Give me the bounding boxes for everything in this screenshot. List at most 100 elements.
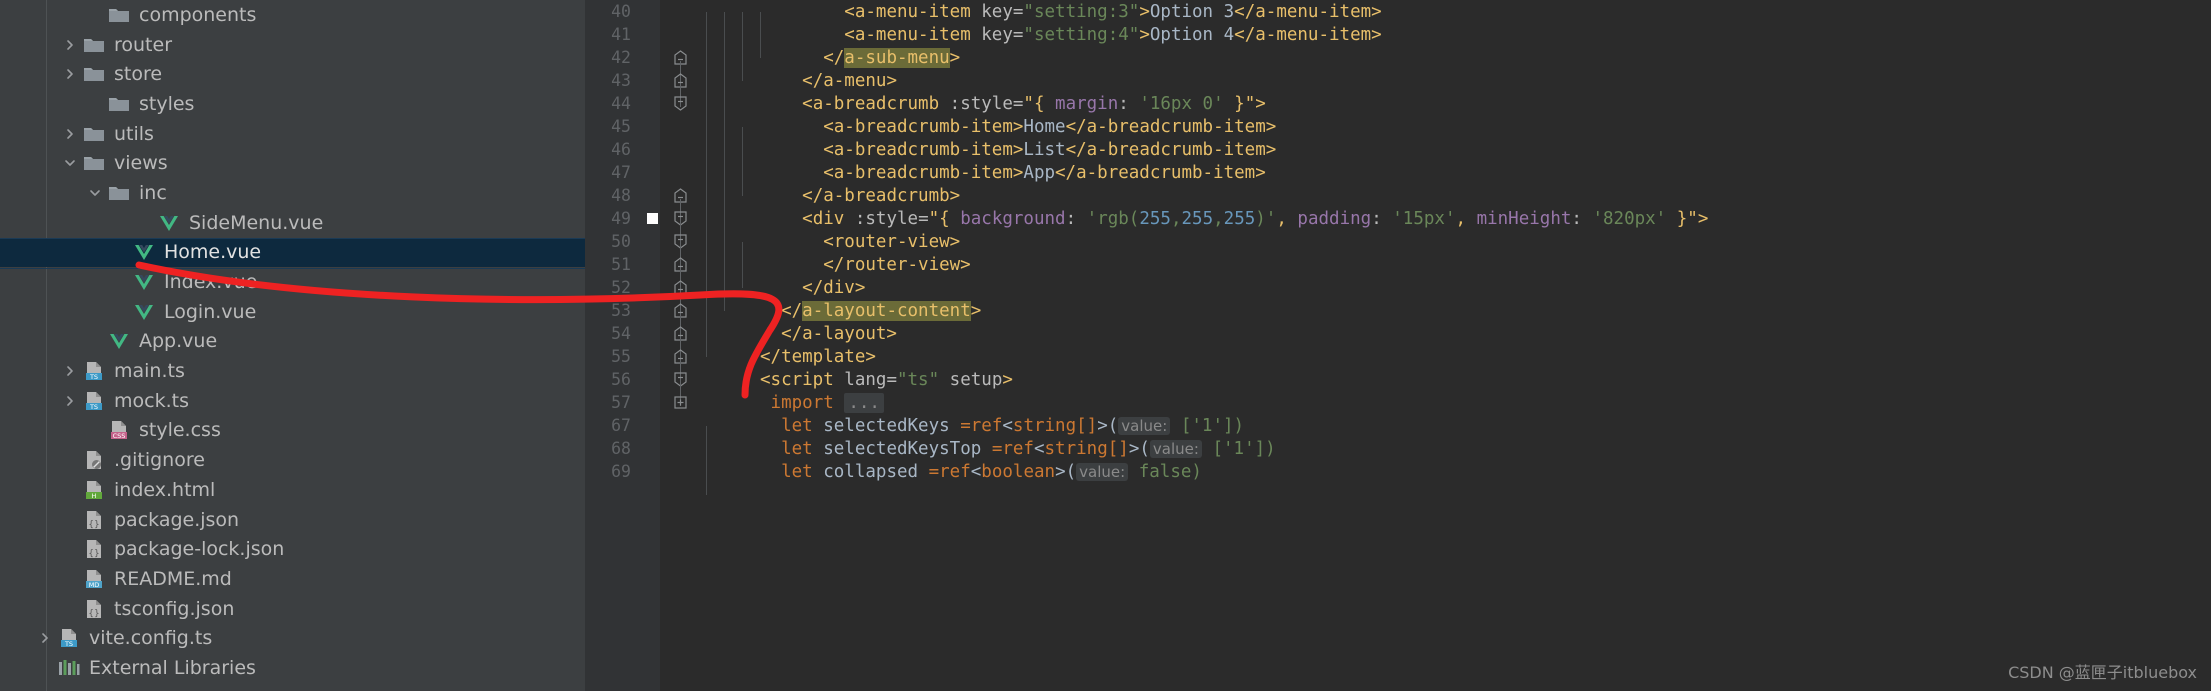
- code-line-51[interactable]: 51 </router-view>: [585, 253, 2211, 291]
- tree-item-mock-ts[interactable]: TS mock.ts: [0, 386, 585, 416]
- fold-end-icon[interactable]: [660, 280, 700, 314]
- tree-item-styles[interactable]: styles: [0, 89, 585, 119]
- code-line-46[interactable]: 46 <a-breadcrumb-item>List</a-breadcrumb…: [585, 138, 2211, 173]
- tree-item-home-vue[interactable]: Home.vue: [0, 237, 585, 269]
- fold-end-icon[interactable]: [660, 73, 700, 107]
- tree-item-gitignore[interactable]: .gitignore: [0, 445, 585, 475]
- code-text: <a-breadcrumb-item>App</a-breadcrumb-ite…: [823, 162, 1266, 183]
- code-text: </a-menu>: [802, 70, 897, 91]
- fold-start-icon[interactable]: [660, 372, 700, 406]
- chevron-right-icon[interactable]: [59, 68, 81, 80]
- code-line-49[interactable]: 49 <div :style="{ background: 'rgb(255,2…: [585, 207, 2211, 245]
- tree-item-external-libraries[interactable]: External Libraries: [0, 653, 585, 683]
- code-line-45[interactable]: 45 <a-breadcrumb-item>Home</a-breadcrumb…: [585, 115, 2211, 150]
- fold-end-icon[interactable]: [660, 326, 700, 360]
- fold-start-icon[interactable]: [660, 96, 700, 111]
- line-number: 43: [611, 71, 631, 90]
- gitignore-file-icon: [81, 450, 107, 470]
- tree-item-label: main.ts: [114, 360, 185, 383]
- vue-icon: [131, 243, 157, 261]
- project-tree-panel[interactable]: components router store styles utils views inc…: [0, 0, 585, 691]
- fold-end-icon[interactable]: [660, 257, 700, 291]
- code-line-42[interactable]: 42 </a-sub-menu>: [585, 46, 2211, 84]
- chevron-right-icon[interactable]: [59, 128, 81, 140]
- line-number: 55: [611, 347, 631, 366]
- tree-item-label: package.json: [114, 508, 240, 531]
- code-line-57[interactable]: 57 import ...: [585, 391, 2211, 414]
- tree-item-readme-md[interactable]: MD README.md: [0, 564, 585, 594]
- fold-end-icon[interactable]: [660, 303, 700, 337]
- line-number: 52: [611, 278, 631, 297]
- code-lines[interactable]: 40 <a-menu-item key="setting:3">Option 3…: [585, 0, 2211, 495]
- code-line-56[interactable]: 56 <script lang="ts" setup>: [585, 368, 2211, 406]
- code-line-55[interactable]: 55 </template>: [585, 345, 2211, 383]
- folder-icon: [106, 184, 132, 202]
- ts-file-icon: TS: [81, 391, 107, 411]
- tree-item-style-css[interactable]: CSS style.css: [0, 416, 585, 446]
- line-number: 51: [611, 255, 631, 274]
- tree-item-components[interactable]: components: [0, 0, 585, 30]
- code-line-44[interactable]: 44 <a-breadcrumb :style="{ margin: '16px…: [585, 92, 2211, 127]
- tree-item-package-lock-json[interactable]: {} package-lock.json: [0, 534, 585, 564]
- code-line-50[interactable]: 50 <router-view>: [585, 230, 2211, 268]
- tree-item-sidemenu-vue[interactable]: SideMenu.vue: [0, 208, 585, 238]
- code-line-67[interactable]: 67 let selectedKeys =ref<string[]>(value…: [585, 414, 2211, 449]
- code-text: </a-sub-menu>: [823, 47, 961, 68]
- line-number: 53: [611, 301, 631, 320]
- line-number: 44: [611, 94, 631, 113]
- chevron-right-icon[interactable]: [59, 365, 81, 377]
- code-text: <a-breadcrumb-item>Home</a-breadcrumb-it…: [823, 116, 1277, 137]
- tree-item-index-vue[interactable]: Index.vue: [0, 267, 585, 297]
- tree-item-router[interactable]: router: [0, 30, 585, 60]
- file-tree[interactable]: components router store styles utils views inc…: [0, 0, 585, 683]
- chevron-right-icon[interactable]: [34, 632, 56, 644]
- tree-item-label: Login.vue: [164, 300, 257, 323]
- ide-window: components router store styles utils views inc…: [0, 0, 2211, 691]
- code-line-48[interactable]: 48 </a-breadcrumb>: [585, 184, 2211, 222]
- code-line-54[interactable]: 54 </a-layout>: [585, 322, 2211, 360]
- tree-item-main-ts[interactable]: TS main.ts: [0, 356, 585, 386]
- fold-end-icon[interactable]: [660, 50, 700, 84]
- fold-end-icon[interactable]: [660, 188, 700, 222]
- tree-item-label: Index.vue: [164, 271, 258, 294]
- tree-item-app-vue[interactable]: App.vue: [0, 327, 585, 357]
- fold-start-icon[interactable]: [660, 234, 700, 268]
- tree-item-views[interactable]: views: [0, 148, 585, 178]
- code-line-43[interactable]: 43 </a-menu>: [585, 69, 2211, 107]
- line-number: 40: [611, 2, 631, 21]
- tree-item-utils[interactable]: utils: [0, 119, 585, 149]
- tree-item-package-json[interactable]: {} package.json: [0, 505, 585, 535]
- line-number: 68: [611, 439, 631, 458]
- code-line-40[interactable]: 40 <a-menu-item key="setting:3">Option 3…: [585, 0, 2211, 35]
- code-editor[interactable]: 40 <a-menu-item key="setting:3">Option 3…: [585, 0, 2211, 691]
- code-line-52[interactable]: 52 </div>: [585, 276, 2211, 314]
- tree-item-tsconfig-json[interactable]: {} tsconfig.json: [0, 594, 585, 624]
- tree-item-login-vue[interactable]: Login.vue: [0, 297, 585, 327]
- tree-item-store[interactable]: store: [0, 59, 585, 89]
- tree-item-label: README.md: [114, 567, 232, 590]
- svg-text:H: H: [92, 492, 97, 500]
- tree-item-vite-config-ts[interactable]: TS vite.config.ts: [0, 623, 585, 653]
- tree-item-label: style.css: [139, 419, 221, 442]
- chevron-down-icon[interactable]: [84, 187, 106, 199]
- chevron-down-icon[interactable]: [59, 157, 81, 169]
- code-line-47[interactable]: 47 <a-breadcrumb-item>App</a-breadcrumb-…: [585, 161, 2211, 196]
- code-line-69[interactable]: 69 let collapsed =ref<boolean>(value: fa…: [585, 460, 2211, 495]
- fold-plus-icon[interactable]: [660, 396, 700, 409]
- chevron-right-icon[interactable]: [59, 39, 81, 51]
- code-text: </a-layout>: [781, 323, 897, 344]
- code-line-41[interactable]: 41 <a-menu-item key="setting:4">Option 4…: [585, 23, 2211, 58]
- fold-start-icon[interactable]: [660, 211, 700, 245]
- tree-item-inc[interactable]: inc: [0, 178, 585, 208]
- code-line-68[interactable]: 68 let selectedKeysTop =ref<string[]>(va…: [585, 437, 2211, 472]
- breakpoint-marker[interactable]: [645, 213, 660, 224]
- tree-item-label: App.vue: [139, 330, 218, 353]
- chevron-right-icon[interactable]: [59, 395, 81, 407]
- tree-item-index-html[interactable]: Hindex.html: [0, 475, 585, 505]
- code-text: let selectedKeysTop =ref<string[]>(value…: [781, 438, 1276, 459]
- code-line-53[interactable]: 53 </a-layout-content>: [585, 299, 2211, 337]
- tree-item-label: inc: [139, 181, 167, 204]
- line-number: 69: [611, 462, 631, 481]
- fold-end-icon[interactable]: [660, 349, 700, 383]
- tree-item-label: utils: [114, 122, 154, 145]
